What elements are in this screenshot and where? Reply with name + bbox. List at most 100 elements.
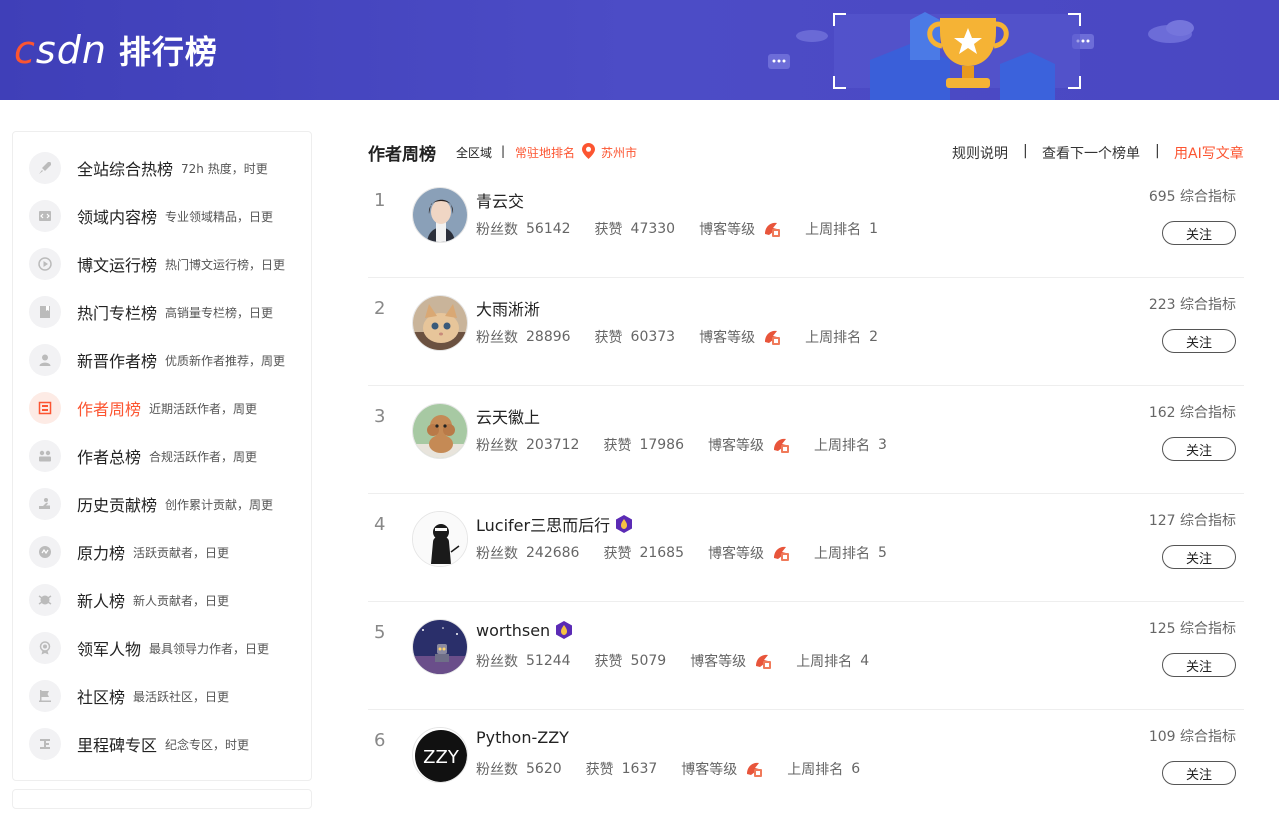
trophy-banner-icon [768, 12, 1194, 100]
fans-count: 5620 [526, 761, 562, 777]
rules-link[interactable]: 规则说明 [952, 143, 1008, 163]
sidebar-item-newbie[interactable]: 新人榜 新人贡献者，日更 [29, 580, 309, 620]
level-label: 博客等级 [699, 222, 756, 238]
newbie-icon [29, 584, 61, 616]
sidebar-item-label: 热门专栏榜 [77, 304, 158, 323]
fans-count: 56142 [526, 221, 571, 237]
avatar[interactable] [412, 403, 468, 459]
likes-count: 21685 [639, 545, 684, 561]
csdn-logo[interactable]: csdn 排行榜 [14, 28, 218, 72]
sidebar-item-label: 里程碑专区 [77, 736, 158, 755]
follow-button[interactable]: 关注 [1162, 437, 1236, 461]
likes-label: 获赞 [585, 762, 614, 778]
table-row: 1 青云交 粉丝数 56142 获赞 47330 博客等级 上周排名 1 695… [368, 170, 1244, 278]
sidebar-item-desc: 纪念专区，时更 [165, 737, 250, 752]
sidebar-item-desc: 活跃贡献者，日更 [133, 545, 230, 560]
last-rank-value: 6 [851, 761, 861, 777]
last-rank-label: 上周排名 [805, 222, 862, 238]
avatar[interactable] [412, 619, 468, 675]
fans-label: 粉丝数 [476, 438, 518, 454]
avatar[interactable] [412, 295, 468, 351]
likes-label: 获赞 [594, 222, 623, 238]
author-name[interactable]: 青云交 [476, 188, 524, 212]
fans-count: 242686 [526, 545, 580, 561]
sidebar-item-desc: 最活跃社区，日更 [133, 689, 230, 704]
blog-level-icon [747, 762, 763, 777]
sidebar-item-new-author[interactable]: 新晋作者榜 优质新作者推荐，周更 [29, 340, 309, 380]
last-rank-value: 2 [869, 329, 879, 345]
fans-label: 粉丝数 [476, 546, 518, 562]
author-name[interactable]: 大雨淅淅 [476, 296, 540, 320]
bookmark-icon [29, 296, 61, 328]
follow-button[interactable]: 关注 [1162, 329, 1236, 353]
blog-level-icon [774, 546, 789, 561]
level-label: 博客等级 [699, 330, 756, 346]
rank-number: 2 [374, 298, 386, 319]
likes-count: 17986 [639, 437, 684, 453]
last-rank-label: 上周排名 [814, 438, 870, 454]
likes-label: 获赞 [594, 654, 623, 670]
author-name[interactable]: Lucifer三思而后行 [476, 512, 634, 536]
sidebar-item-desc: 近期活跃作者，周更 [149, 401, 258, 416]
author-name-text: 青云交 [476, 192, 525, 211]
author-name[interactable]: worthsen [476, 620, 574, 640]
group-icon [29, 440, 61, 472]
sidebar-item-domain[interactable]: 领域内容榜 专业领域精品，日更 [29, 196, 309, 236]
sidebar-item-weekly[interactable]: 作者周榜 近期活跃作者，周更 [29, 388, 309, 428]
follow-button[interactable]: 关注 [1162, 545, 1236, 569]
author-name-text: 大雨淅淅 [476, 300, 541, 319]
author-stats: 粉丝数 56142 获赞 47330 博客等级 上周排名 1 [476, 219, 902, 239]
next-board-link[interactable]: 查看下一个榜单 [1042, 143, 1140, 163]
author-name[interactable]: Python-ZZY [476, 728, 569, 747]
sidebar-item-label: 新晋作者榜 [77, 352, 158, 371]
avatar[interactable] [412, 511, 468, 567]
follow-button[interactable]: 关注 [1162, 761, 1236, 785]
sidebar-item-history[interactable]: 历史贡献榜 创作累计贡献，周更 [29, 484, 309, 524]
last-rank-label: 上周排名 [814, 546, 870, 562]
sidebar-item-desc: 高销量专栏榜，日更 [165, 305, 274, 320]
table-row: 2 大雨淅淅 粉丝数 28896 获赞 60373 博客等级 上周排名 2 22… [368, 278, 1244, 386]
follow-button[interactable]: 关注 [1162, 221, 1236, 245]
sidebar-item-desc: 最具领导力作者，日更 [149, 641, 270, 656]
blog-level-icon [765, 222, 781, 237]
force-icon [29, 536, 61, 568]
sidebar-item-total[interactable]: 作者总榜 合规活跃作者，周更 [29, 436, 309, 476]
sidebar-item-community[interactable]: 社区榜 最活跃社区，日更 [29, 676, 309, 716]
filter-all-regions[interactable]: 全区域 [456, 144, 492, 161]
sidebar-item-desc: 热门博文运行榜，日更 [165, 257, 286, 272]
table-row: 4 Lucifer三思而后行 粉丝数 242686 获赞 21685 博客等级 … [368, 494, 1244, 602]
sidebar-item-force[interactable]: 原力榜 活跃贡献者，日更 [29, 532, 309, 572]
logo-text: csdn [14, 28, 107, 72]
medal-icon [29, 632, 61, 664]
avatar[interactable]: ZZY [412, 727, 468, 783]
sidebar-item-leader[interactable]: 领军人物 最具领导力作者，日更 [29, 628, 309, 668]
vip-badge-icon [556, 621, 573, 639]
rank-number: 5 [374, 622, 386, 643]
fans-label: 粉丝数 [476, 330, 518, 346]
likes-label: 获赞 [603, 438, 632, 454]
last-rank-value: 3 [878, 437, 887, 453]
ai-write-link[interactable]: 用AI写文章 [1174, 143, 1244, 163]
link-separator: | [1155, 143, 1160, 159]
vip-badge-icon [616, 515, 633, 533]
likes-count: 60373 [630, 329, 676, 345]
filter-local-rank[interactable]: 常驻地排名 [515, 144, 575, 161]
sidebar-item-milestone[interactable]: 里程碑专区 纪念专区，时更 [29, 724, 309, 764]
sidebar-item-hot[interactable]: 全站综合热榜 72h 热度，时更 [29, 148, 309, 188]
author-stats: 粉丝数 242686 获赞 21685 博客等级 上周排名 5 [476, 543, 911, 563]
author-name[interactable]: 云天徽上 [476, 404, 540, 428]
sidebar-item-column[interactable]: 热门专栏榜 高销量专栏榜，日更 [29, 292, 309, 332]
flag-icon [29, 680, 61, 712]
location-pin-icon [582, 143, 595, 159]
avatar[interactable] [412, 187, 468, 243]
sidebar-item-blog[interactable]: 博文运行榜 热门博文运行榜，日更 [29, 244, 309, 284]
score-value: 223 综合指标 [1148, 297, 1236, 313]
sidebar-item-label: 新人榜 [77, 592, 126, 611]
blog-level-icon [756, 654, 772, 669]
city-selector[interactable]: 苏州市 [601, 144, 637, 161]
author-stats: 粉丝数 5620 获赞 1637 博客等级 上周排名 6 [476, 759, 884, 779]
fans-count: 28896 [526, 329, 571, 345]
likes-label: 获赞 [603, 546, 632, 562]
follow-button[interactable]: 关注 [1162, 653, 1236, 677]
rocket-icon [29, 152, 61, 184]
